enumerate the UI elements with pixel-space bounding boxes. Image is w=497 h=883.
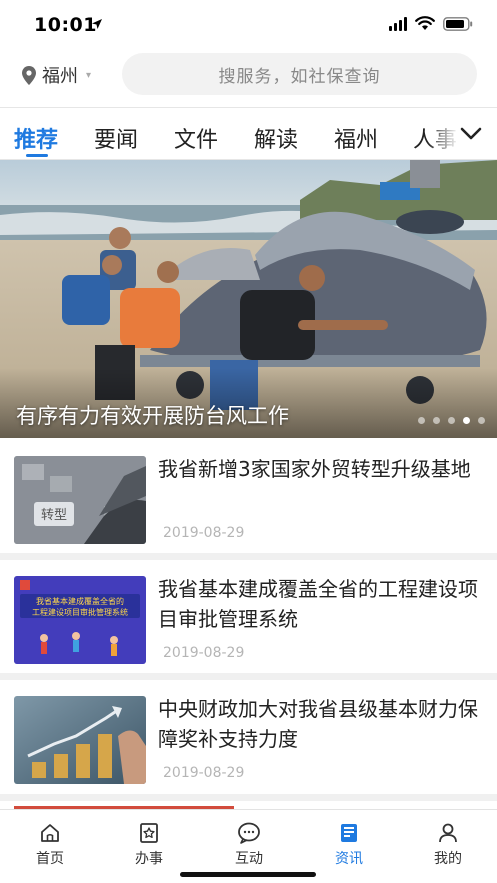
city-selector[interactable]: 福州 ▾ bbox=[22, 62, 91, 88]
tab-fuzhou[interactable]: 福州 bbox=[334, 122, 378, 154]
news-item[interactable]: 中央财政加大对我省县级基本财力保障奖补支持力度 2019-08-29 bbox=[0, 680, 497, 793]
category-tabs: 推荐 要闻 文件 解读 福州 人事 bbox=[0, 108, 497, 160]
nav-profile[interactable]: 我的 bbox=[413, 822, 483, 868]
user-icon bbox=[439, 823, 457, 843]
news-date: 2019-08-29 bbox=[163, 765, 245, 781]
news-date: 2019-08-29 bbox=[163, 525, 245, 541]
status-bar: 10:01 bbox=[0, 0, 497, 50]
status-indicators bbox=[389, 16, 473, 31]
news-date: 2019-08-29 bbox=[163, 645, 245, 661]
news-thumbnail: 转型 bbox=[14, 456, 146, 544]
news-thumbnail: 我省基本建成覆盖全省的 工程建设项目审批管理系统 bbox=[14, 576, 146, 664]
home-icon bbox=[41, 824, 59, 842]
nav-interaction-label: 互动 bbox=[235, 851, 263, 867]
news-title: 我省新增3家国家外贸转型升级基地 bbox=[158, 457, 471, 481]
news-title: 中央财政加大对我省县级基本财力保障奖补支持力度 bbox=[158, 697, 478, 751]
city-label: 福州 bbox=[42, 66, 78, 87]
nav-news-label: 资讯 bbox=[335, 851, 363, 867]
tab-headlines[interactable]: 要闻 bbox=[94, 122, 138, 154]
news-item[interactable]: 转型 我省新增3家国家外贸转型升级基地 2019-08-29 bbox=[0, 440, 497, 553]
star-doc-icon bbox=[140, 823, 158, 843]
active-tab-indicator bbox=[26, 154, 48, 157]
tab-recommend[interactable]: 推荐 bbox=[14, 122, 58, 154]
banner-title: 有序有力有效开展防台风工作 bbox=[16, 404, 289, 428]
nav-home-label: 首页 bbox=[36, 851, 64, 867]
header-bar: 福州 ▾ 搜服务，如社保查询 bbox=[0, 50, 497, 106]
carousel-dot bbox=[448, 417, 455, 424]
wifi-icon bbox=[415, 16, 435, 30]
list-separator bbox=[0, 794, 497, 801]
carousel-dots bbox=[418, 417, 485, 424]
chat-icon bbox=[238, 822, 260, 844]
home-indicator bbox=[180, 872, 316, 877]
carousel-dot bbox=[433, 417, 440, 424]
location-pin-icon bbox=[22, 65, 36, 85]
news-item[interactable]: 我省基本建成覆盖全省的 工程建设项目审批管理系统 我省基本建成覆盖全省的工程建设… bbox=[0, 560, 497, 673]
nav-services-label: 办事 bbox=[135, 851, 163, 867]
signal-icon bbox=[389, 16, 407, 31]
list-separator bbox=[0, 553, 497, 560]
thumb-line-2: 工程建设项目审批管理系统 bbox=[32, 607, 128, 617]
nav-services[interactable]: 办事 bbox=[114, 822, 184, 868]
carousel-dot-active bbox=[463, 417, 470, 424]
list-separator bbox=[0, 673, 497, 680]
search-input[interactable]: 搜服务，如社保查询 bbox=[122, 53, 477, 95]
tab-interpretation[interactable]: 解读 bbox=[254, 122, 298, 154]
nav-home[interactable]: 首页 bbox=[15, 822, 85, 868]
thumb-line-1: 我省基本建成覆盖全省的 bbox=[36, 596, 124, 606]
nav-profile-label: 我的 bbox=[434, 851, 462, 867]
headline-banner[interactable]: 有序有力有效开展防台风工作 bbox=[0, 160, 497, 438]
news-title: 我省基本建成覆盖全省的工程建设项目审批管理系统 bbox=[158, 577, 478, 631]
tab-documents[interactable]: 文件 bbox=[174, 122, 218, 154]
caret-down-icon: ▾ bbox=[86, 69, 92, 81]
thumb-text: 转型 bbox=[41, 508, 67, 523]
nav-news[interactable]: 资讯 bbox=[314, 822, 384, 868]
status-time: 10:01 bbox=[34, 14, 97, 36]
carousel-dot bbox=[478, 417, 485, 424]
nav-interaction[interactable]: 互动 bbox=[214, 822, 284, 868]
carousel-dot bbox=[418, 417, 425, 424]
search-placeholder: 搜服务，如社保查询 bbox=[218, 66, 381, 87]
news-thumbnail bbox=[14, 696, 146, 784]
chevron-down-icon[interactable] bbox=[459, 122, 483, 146]
news-icon bbox=[341, 824, 357, 842]
battery-icon bbox=[443, 16, 473, 31]
location-arrow-icon bbox=[92, 19, 102, 29]
